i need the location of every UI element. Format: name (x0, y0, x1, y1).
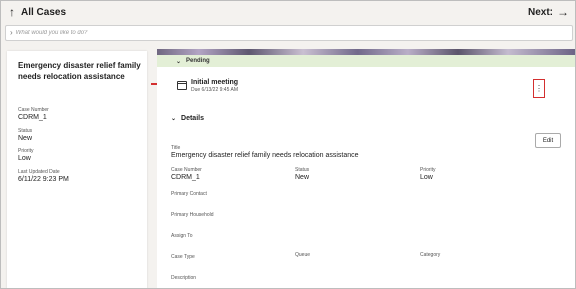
chevron-down-icon: ⌄ (171, 116, 177, 122)
assign-to-field: Assign To (171, 233, 193, 239)
task-actions-button[interactable]: ⋮ (533, 79, 545, 98)
queue-field: Queue (295, 252, 310, 258)
title-field: Title Emergency disaster relief family n… (171, 145, 359, 160)
summary-priority-value: Low (18, 155, 31, 162)
arrow-right-icon: → (557, 5, 569, 19)
case-summary-card: Emergency disaster relief family needs r… (7, 51, 147, 288)
category-field: Category (420, 252, 440, 258)
priority-value: Low (420, 174, 433, 181)
summary-priority: Priority Low (18, 148, 34, 163)
summary-status-value: New (18, 135, 33, 142)
search-bar: › (5, 25, 573, 41)
case-detail-panel: ⌄ Pending Initial meeting Due 6/13/22 9:… (157, 49, 575, 288)
pending-label: Pending (186, 58, 210, 64)
chevron-down-icon: ⌄ (176, 58, 182, 65)
summary-last-updated-value: 6/11/22 9:23 PM (18, 176, 69, 183)
status-value: New (295, 174, 310, 181)
more-vertical-icon: ⋮ (535, 84, 543, 93)
app-frame: ↑ All Cases Next: → › Emergency disaster… (0, 0, 576, 289)
assign-to-label: Assign To (171, 233, 193, 239)
case-type-field: Case Type (171, 254, 195, 260)
category-label: Category (420, 252, 441, 258)
task-name: Initial meeting (191, 79, 239, 86)
search-input[interactable] (15, 30, 536, 36)
summary-last-updated: Last Updated Date 6/11/22 9:23 PM (18, 169, 69, 184)
calendar-icon (177, 81, 187, 90)
task-item[interactable]: Initial meeting Due 6/13/22 9:45 AM (177, 79, 238, 93)
title-value: Emergency disaster relief family needs r… (171, 152, 359, 159)
description-label: Description (171, 275, 197, 281)
primary-contact-label: Primary Contact (171, 191, 207, 197)
edit-button[interactable]: Edit (535, 133, 561, 148)
next-label: Next: (527, 6, 553, 18)
details-label: Details (181, 115, 204, 122)
summary-status: Status New (18, 128, 32, 143)
chevron-right-icon: › (10, 28, 13, 37)
details-section-header[interactable]: ⌄ Details (171, 115, 204, 122)
case-number-value: CDRM_1 (171, 174, 200, 181)
case-title: Emergency disaster relief family needs r… (18, 61, 141, 81)
pending-section-header[interactable]: ⌄ Pending (157, 55, 575, 67)
status-field: Status New (295, 167, 309, 182)
summary-case-number-value: CDRM_1 (18, 114, 47, 121)
task-text: Initial meeting Due 6/13/22 9:45 AM (191, 79, 238, 93)
queue-label: Queue (295, 252, 311, 258)
primary-household-label: Primary Household (171, 212, 214, 218)
arrow-up-icon: ↑ (9, 5, 15, 19)
description-field: Description (171, 275, 196, 281)
case-type-label: Case Type (171, 254, 195, 260)
task-due-date: Due 6/13/22 9:45 AM (191, 87, 238, 93)
summary-case-number: Case Number CDRM_1 (18, 107, 49, 122)
next-button[interactable]: Next: → (528, 6, 569, 18)
primary-household-field: Primary Household (171, 212, 214, 218)
all-cases-back-link[interactable]: ↑ All Cases (9, 6, 66, 18)
back-label: All Cases (21, 6, 67, 18)
primary-contact-field: Primary Contact (171, 191, 207, 197)
priority-field: Priority Low (420, 167, 436, 182)
case-number-field: Case Number CDRM_1 (171, 167, 202, 182)
detail-content: Initial meeting Due 6/13/22 9:45 AM ⋮ ⌄ … (157, 67, 575, 288)
header-bar: ↑ All Cases Next: → (1, 1, 575, 25)
